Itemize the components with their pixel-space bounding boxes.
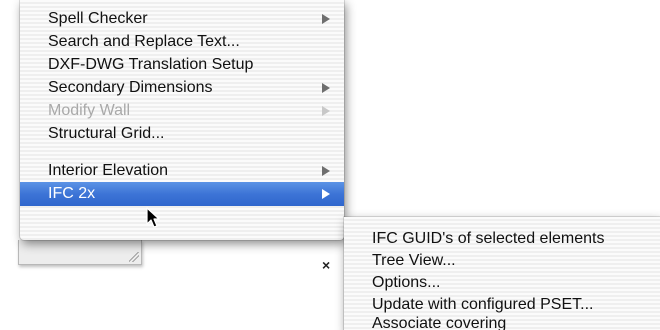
menu-item-label: IFC GUID's of selected elements — [372, 230, 605, 247]
menu-item-label: Options... — [372, 274, 441, 291]
submenu-arrow-icon — [322, 106, 330, 116]
resize-grip-icon[interactable] — [129, 252, 139, 262]
menu-item-label: Tree View... — [372, 252, 456, 269]
menu-item-label: Associate covering — [372, 315, 507, 330]
menu-item-dxf-dwg-setup[interactable]: DXF-DWG Translation Setup — [20, 54, 344, 76]
submenu-item-associate-covering[interactable]: Associate covering — [344, 316, 660, 330]
submenu-arrow-icon — [322, 166, 330, 176]
menu-item-label: Search and Replace Text... — [48, 33, 240, 50]
menu-item-label: Spell Checker — [48, 10, 148, 27]
screen: × Spell Checker Search and Replace Text.… — [0, 0, 660, 330]
menu-item-interior-elevation[interactable]: Interior Elevation — [20, 160, 344, 182]
submenu-item-update-pset[interactable]: Update with configured PSET... — [344, 294, 660, 316]
menu-item-label: DXF-DWG Translation Setup — [48, 56, 254, 73]
menu-item-label: Secondary Dimensions — [48, 79, 213, 96]
submenu-item-options[interactable]: Options... — [344, 272, 660, 294]
menu-item-structural-grid[interactable]: Structural Grid... — [20, 123, 344, 145]
submenu-item-tree-view[interactable]: Tree View... — [344, 250, 660, 272]
submenu-arrow-icon — [322, 189, 330, 199]
tools-menu: Spell Checker Search and Replace Text...… — [20, 0, 344, 240]
submenu-arrow-icon — [322, 83, 330, 93]
arrow-pointer-icon — [146, 207, 160, 228]
menu-item-label: Structural Grid... — [48, 125, 165, 142]
menu-item-search-replace[interactable]: Search and Replace Text... — [20, 31, 344, 53]
menu-item-spell-checker[interactable]: Spell Checker — [20, 8, 344, 30]
submenu-item-ifc-guid[interactable]: IFC GUID's of selected elements — [344, 228, 660, 250]
menu-item-label: Modify Wall — [48, 102, 131, 119]
menu-item-secondary-dimensions[interactable]: Secondary Dimensions — [20, 77, 344, 99]
menu-item-label: Interior Elevation — [48, 162, 169, 179]
menu-item-ifc-2x[interactable]: IFC 2x — [20, 182, 344, 206]
close-icon[interactable]: × — [322, 258, 330, 272]
submenu-arrow-icon — [322, 14, 330, 24]
menu-item-modify-wall: Modify Wall — [20, 100, 344, 122]
menu-item-label: IFC 2x — [48, 185, 96, 202]
menu-item-label: Update with configured PSET... — [372, 296, 594, 313]
background-window — [18, 240, 142, 265]
ifc-2x-submenu: IFC GUID's of selected elements Tree Vie… — [344, 217, 660, 330]
